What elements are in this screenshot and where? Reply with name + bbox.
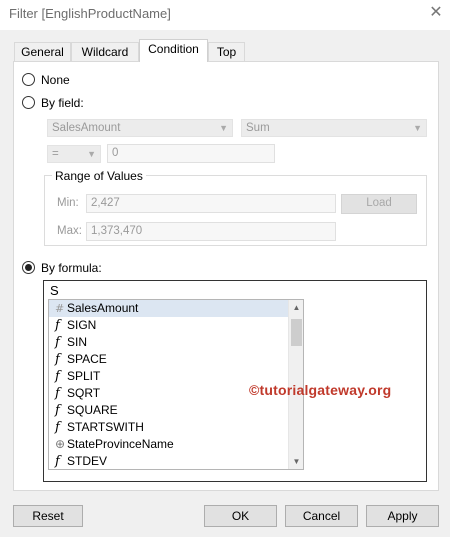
range-group-label: Range of Values	[52, 169, 146, 183]
load-button[interactable]: Load	[341, 194, 417, 214]
list-item-label: StateProvinceName	[67, 437, 174, 451]
list-item-label: SPLIT	[67, 369, 101, 383]
by-field-label: By field:	[41, 96, 84, 110]
list-item[interactable]: f SIN	[49, 334, 303, 351]
list-item-label: STDEV	[67, 454, 108, 468]
function-icon: f	[55, 352, 60, 367]
list-item-label: SIN	[67, 335, 88, 349]
list-item[interactable]: f STARTSWITH	[49, 419, 303, 436]
list-item-label: SQRT	[67, 386, 101, 400]
max-label: Max:	[57, 225, 82, 237]
field-dropdown[interactable]: SalesAmount ▼	[47, 119, 233, 137]
min-label: Min:	[57, 197, 79, 209]
list-item-label: SalesAmount	[67, 301, 139, 315]
function-icon: f	[55, 335, 60, 350]
scroll-down-icon[interactable]: ▼	[289, 454, 304, 469]
function-icon: f	[55, 318, 60, 333]
list-item[interactable]: # SalesAmount	[49, 300, 303, 317]
geo-icon: ⊕	[55, 437, 66, 451]
list-item[interactable]: f SPACE	[49, 351, 303, 368]
min-input[interactable]: 2,427	[86, 194, 336, 213]
none-label: None	[41, 73, 70, 87]
value-input[interactable]: 0	[107, 144, 275, 163]
function-icon: f	[55, 369, 60, 384]
operator-dropdown[interactable]: = ▼	[47, 145, 101, 163]
list-item[interactable]: f SQUARE	[49, 402, 303, 419]
chevron-down-icon: ▼	[87, 149, 96, 159]
list-item-label: SIGN	[67, 318, 97, 332]
chevron-down-icon: ▼	[219, 123, 228, 133]
list-item[interactable]: ⊕ StateProvinceName	[49, 436, 303, 453]
function-icon: f	[55, 454, 60, 469]
max-input[interactable]: 1,373,470	[86, 222, 336, 241]
none-radio[interactable]	[22, 73, 35, 86]
scroll-up-icon[interactable]: ▲	[289, 300, 304, 315]
formula-text: S	[50, 283, 59, 298]
chevron-down-icon: ▼	[413, 123, 422, 133]
operator-value: =	[52, 148, 59, 160]
list-item-label: STARTSWITH	[67, 420, 144, 434]
by-formula-radio[interactable]	[22, 261, 35, 274]
by-formula-label: By formula:	[41, 261, 102, 275]
list-item[interactable]: f STDEV	[49, 453, 303, 469]
function-icon: f	[55, 403, 60, 418]
by-field-radio[interactable]	[22, 96, 35, 109]
scrollbar-thumb[interactable]	[291, 319, 302, 346]
list-item[interactable]: f SIGN	[49, 317, 303, 334]
measure-icon: #	[55, 302, 65, 315]
function-icon: f	[55, 386, 60, 401]
function-icon: f	[55, 420, 60, 435]
aggregation-dropdown[interactable]: Sum ▼	[241, 119, 427, 137]
list-item-label: SPACE	[67, 352, 107, 366]
aggregation-value: Sum	[246, 122, 270, 134]
field-value: SalesAmount	[52, 122, 121, 134]
watermark: ©tutorialgateway.org	[249, 382, 392, 398]
list-item-label: SQUARE	[67, 403, 118, 417]
